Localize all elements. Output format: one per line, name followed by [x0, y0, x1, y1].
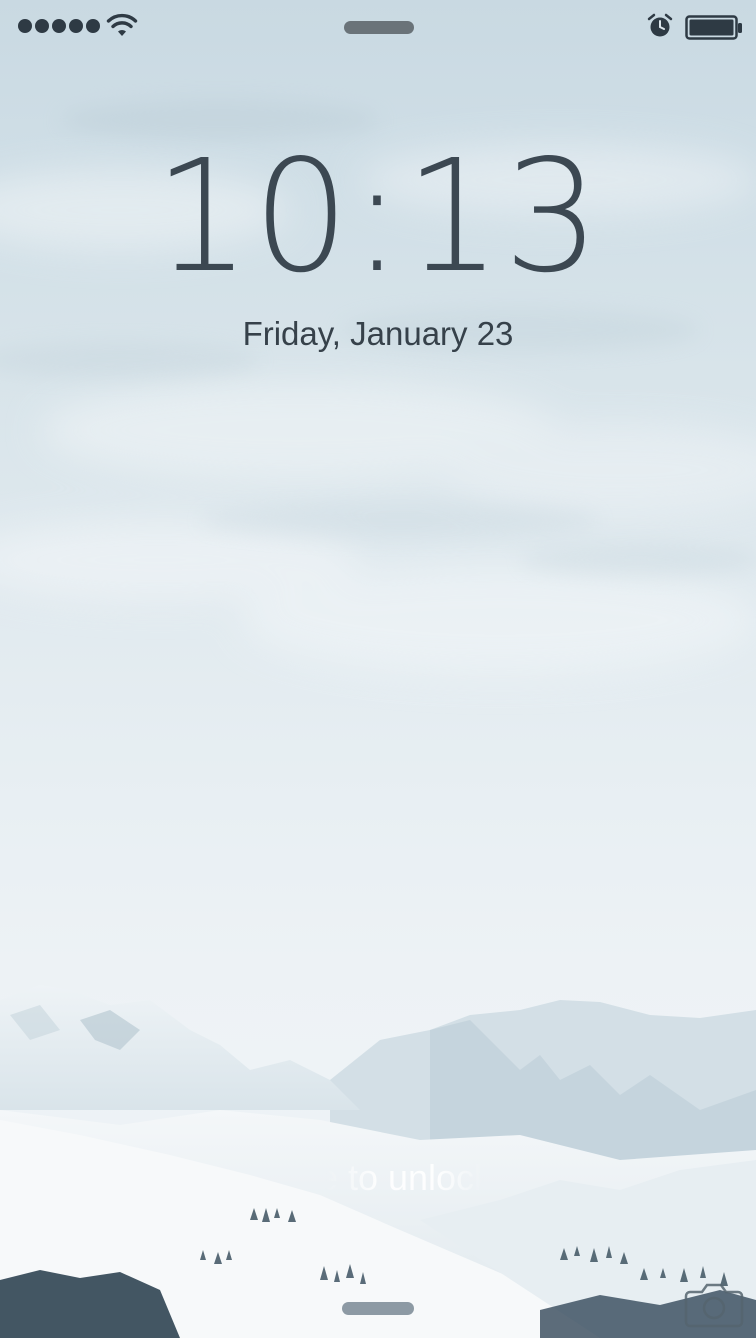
- status-bar: [0, 0, 756, 54]
- signal-dot: [52, 19, 66, 33]
- signal-dot: [18, 19, 32, 33]
- slide-to-unlock-label[interactable]: slide to unlock: [0, 1156, 756, 1200]
- battery-full-icon: [685, 15, 742, 40]
- signal-dot: [35, 19, 49, 33]
- notification-center-grabber[interactable]: [344, 21, 414, 34]
- lock-screen: 10:13 Friday, January 23 slide to unlock: [0, 0, 756, 1338]
- camera-icon[interactable]: [684, 1278, 744, 1328]
- wifi-icon: [106, 13, 138, 36]
- signal-dot: [69, 19, 83, 33]
- mountain-wallpaper: [0, 985, 756, 1338]
- signal-strength-icon: [18, 19, 100, 33]
- control-center-grabber[interactable]: [342, 1302, 414, 1315]
- signal-dot: [86, 19, 100, 33]
- lock-screen-time: 10:13: [153, 126, 603, 307]
- lock-screen-date: Friday, January 23: [242, 315, 514, 352]
- alarm-clock-icon: [647, 13, 673, 37]
